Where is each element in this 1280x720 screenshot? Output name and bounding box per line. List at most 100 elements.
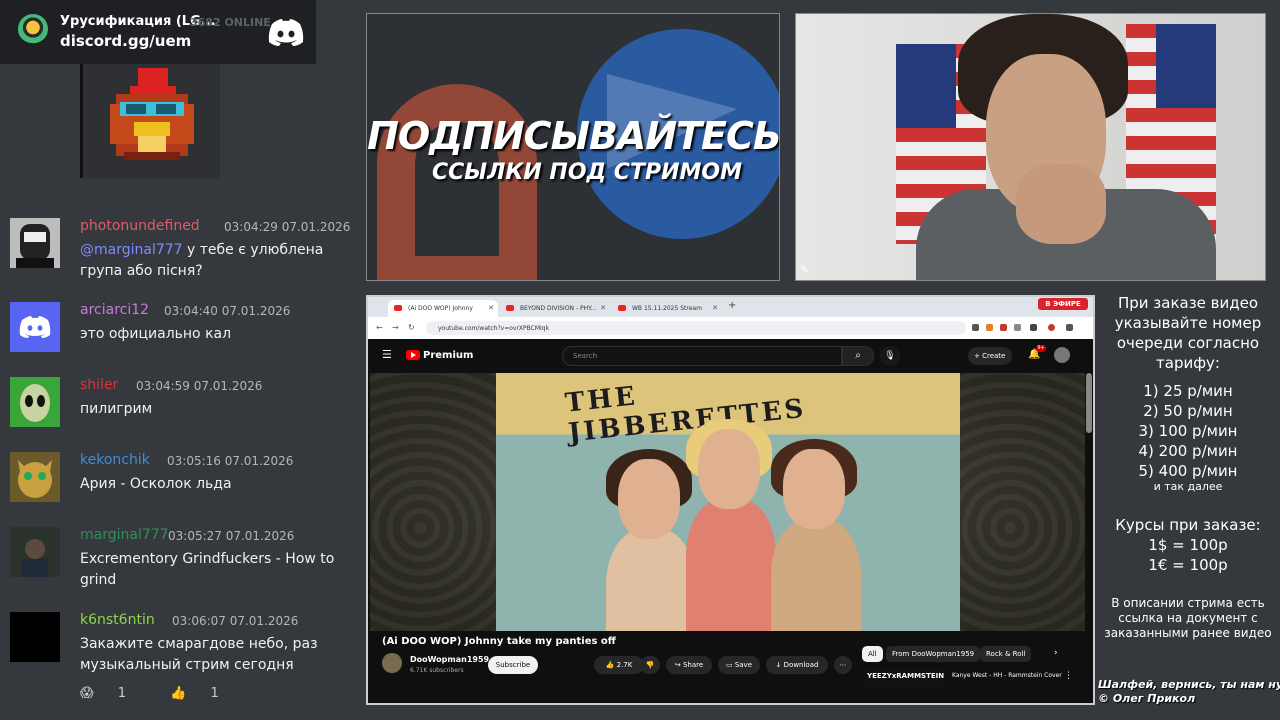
youtube-favicon-icon bbox=[506, 305, 514, 311]
username[interactable]: shiler bbox=[80, 377, 118, 393]
create-button[interactable]: + Create bbox=[968, 347, 1012, 365]
price-item: 1) 25 р/мин bbox=[1143, 382, 1233, 400]
account-avatar[interactable] bbox=[1054, 347, 1070, 363]
more-actions-button[interactable]: ⋯ bbox=[834, 656, 852, 674]
chip-rock-roll[interactable]: Rock & Roll bbox=[980, 646, 1032, 662]
reload-icon[interactable]: ↻ bbox=[408, 323, 415, 332]
dislike-button[interactable]: 👎 bbox=[640, 656, 660, 674]
new-tab-button[interactable]: + bbox=[728, 300, 736, 311]
menu-icon[interactable] bbox=[1030, 324, 1037, 331]
mic-muted-icon: ✎ bbox=[800, 263, 810, 276]
close-icon[interactable]: ✕ bbox=[488, 304, 494, 312]
avatar-image bbox=[10, 218, 60, 268]
user-avatar[interactable] bbox=[10, 302, 60, 352]
extension-icon[interactable] bbox=[1000, 324, 1007, 331]
timestamp: 03:05:16 07.01.2026 bbox=[167, 454, 294, 468]
more-vertical-icon[interactable]: ⋮ bbox=[1064, 671, 1073, 681]
extension-icon[interactable] bbox=[972, 324, 979, 331]
user-avatar[interactable] bbox=[10, 452, 60, 502]
timestamp: 03:05:27 07.01.2026 bbox=[168, 529, 295, 543]
moon-texture-image bbox=[960, 373, 1085, 631]
search-icon: ⌕ bbox=[855, 350, 861, 361]
mic-icon: 🎙 bbox=[884, 351, 896, 361]
username[interactable]: kekonchik bbox=[80, 452, 150, 468]
chip-from-channel[interactable]: From DooWopman1959 bbox=[886, 646, 981, 662]
username[interactable]: marginal777 bbox=[80, 527, 169, 543]
share-label: Share bbox=[682, 661, 704, 669]
invite-link[interactable]: discord.gg/uem bbox=[60, 32, 191, 50]
recommended-thumbnail[interactable]: YEEZYxRAMMSTEIN bbox=[863, 669, 945, 687]
rate-item: 1€ = 100р bbox=[1148, 556, 1228, 574]
scrollbar[interactable] bbox=[1086, 373, 1092, 433]
user-mention[interactable]: @marginal777 bbox=[80, 242, 183, 258]
cat-avatar-image bbox=[10, 452, 60, 502]
recommended-title[interactable]: Kanye West - HH - Rammstein Cover bbox=[952, 672, 1062, 679]
search-button[interactable]: ⌕ bbox=[842, 346, 874, 366]
browser-window: (Ai DOO WOP) Johnny ✕ BEYOND DIVISION - P… bbox=[366, 295, 1095, 705]
channel-name[interactable]: DooWopman1959 bbox=[410, 655, 489, 664]
close-icon[interactable]: ✕ bbox=[600, 304, 606, 312]
extension-icon[interactable] bbox=[1014, 324, 1021, 331]
thumbs-up-icon: 👍 bbox=[170, 686, 187, 701]
subscribe-button[interactable]: Subscribe bbox=[488, 656, 538, 674]
user-avatar[interactable] bbox=[10, 612, 60, 662]
reaction-thumbs-up[interactable]: 👍 1 bbox=[170, 686, 239, 701]
discord-default-avatar-icon bbox=[10, 302, 60, 352]
share-button[interactable]: ↪ Share bbox=[666, 656, 712, 674]
notification-count: 9+ bbox=[1036, 345, 1046, 352]
price-item: 3) 100 р/мин bbox=[1138, 422, 1238, 440]
bot-avatar-image bbox=[80, 64, 220, 178]
tab-label: WB 15.11.2025 Stream bbox=[632, 305, 702, 312]
chevron-right-icon[interactable]: › bbox=[1054, 648, 1058, 658]
profile-icon[interactable] bbox=[1048, 324, 1055, 331]
live-badge: В ЭФИРЕ bbox=[1038, 298, 1088, 310]
hamburger-menu-icon[interactable]: ☰ bbox=[382, 348, 392, 361]
voice-search-button[interactable]: 🎙 bbox=[880, 346, 900, 366]
download-icon: ↓ bbox=[775, 661, 782, 669]
forward-icon[interactable]: → bbox=[392, 323, 399, 332]
reaction-count: 1 bbox=[117, 686, 126, 701]
like-button[interactable]: 👍 2.7K bbox=[594, 656, 644, 674]
create-label: Create bbox=[982, 352, 1006, 360]
alien-avatar-image bbox=[10, 377, 60, 427]
tab-strip: (Ai DOO WOP) Johnny ✕ BEYOND DIVISION - P… bbox=[368, 297, 1093, 317]
rates-title: Курсы при заказе: bbox=[1115, 516, 1261, 534]
thumbs-up-icon: 👍 bbox=[605, 661, 615, 669]
save-button[interactable]: ▭ Save bbox=[718, 656, 760, 674]
timestamp: 03:04:40 07.01.2026 bbox=[164, 304, 291, 318]
shocked-emoji-icon: 😱 bbox=[80, 686, 94, 701]
username[interactable]: k6nst6ntin bbox=[80, 612, 155, 628]
user-avatar[interactable] bbox=[10, 218, 60, 268]
username[interactable]: photonundefined bbox=[80, 218, 200, 234]
user-avatar[interactable] bbox=[10, 377, 60, 427]
discord-server-widget[interactable]: Урусификация (LG... 3682 ONLINE discord.… bbox=[0, 0, 316, 64]
tab-stream[interactable]: WB 15.11.2025 Stream ✕ bbox=[612, 300, 722, 317]
search-input[interactable]: Search bbox=[562, 346, 842, 366]
close-icon[interactable]: ✕ bbox=[712, 304, 718, 312]
reaction-shocked[interactable]: 😱 1 bbox=[80, 686, 146, 701]
thumbs-down-icon: 👎 bbox=[645, 661, 655, 669]
message-text: @marginal777 у тебе є улюблена група або… bbox=[80, 240, 360, 282]
order-instructions: При заказе видео указывайте номер очеред… bbox=[1114, 294, 1262, 372]
channel-avatar[interactable] bbox=[382, 653, 402, 673]
username[interactable]: arciarci12 bbox=[80, 302, 149, 318]
message-body: Закажите смарагдове небо, раз музыкальны… bbox=[80, 636, 318, 673]
youtube-logo-icon[interactable] bbox=[406, 350, 420, 360]
tab-beyond-division[interactable]: BEYOND DIVISION - PHY... ✕ bbox=[500, 300, 610, 317]
price-more: и так далее bbox=[1153, 480, 1223, 493]
chip-all[interactable]: All bbox=[862, 646, 883, 662]
youtube-brand[interactable]: Premium bbox=[423, 350, 473, 361]
user-avatar[interactable] bbox=[10, 527, 60, 577]
extension-icon[interactable] bbox=[986, 324, 993, 331]
tab-label: BEYOND DIVISION - PHY... bbox=[520, 305, 597, 312]
video-player[interactable]: THE JIBBERETTES bbox=[370, 373, 1085, 631]
tab-youtube-video[interactable]: (Ai DOO WOP) Johnny ✕ bbox=[388, 300, 498, 317]
more-icon[interactable] bbox=[1066, 324, 1073, 331]
credit-text: Шалфей, вернись, ты нам нужен. © Олег Пр… bbox=[1098, 678, 1280, 706]
video-title: (Ai DOO WOP) Johnny take my panties off bbox=[382, 636, 616, 647]
back-icon[interactable]: ← bbox=[376, 323, 383, 332]
moon-texture-image bbox=[370, 373, 496, 631]
price-list: 1) 25 р/мин 2) 50 р/мин 3) 100 р/мин 4) … bbox=[1100, 381, 1276, 493]
url-field[interactable]: youtube.com/watch?v=ovrXPBCMIqk bbox=[426, 321, 966, 335]
download-button[interactable]: ↓ Download bbox=[766, 656, 828, 674]
